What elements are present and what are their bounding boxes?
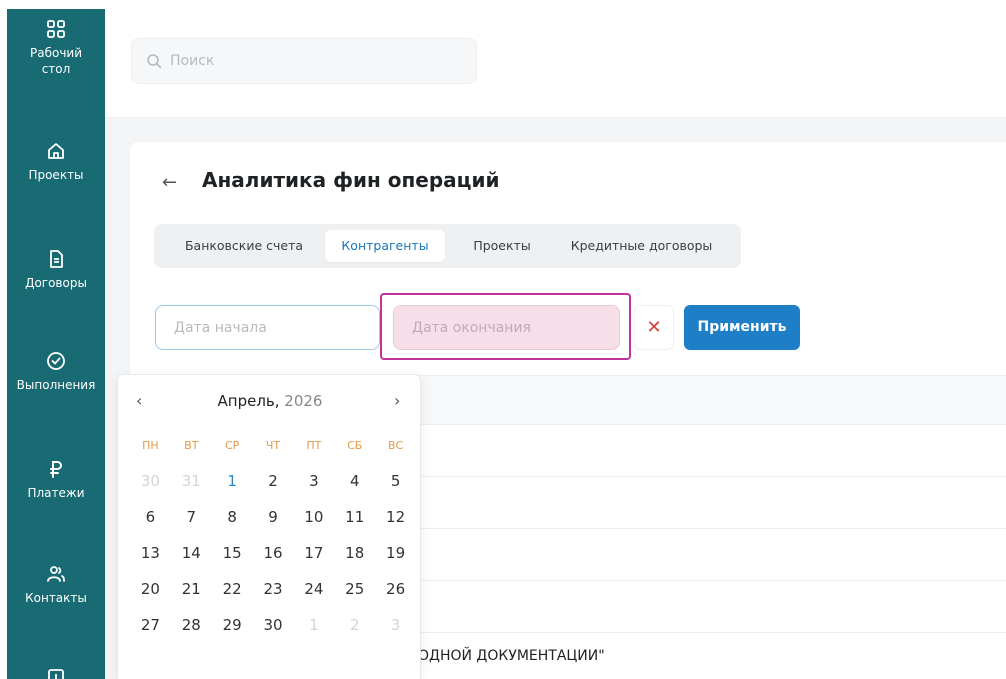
calendar-month-year[interactable]: Апрель, 2026 [118, 392, 422, 410]
home-icon [48, 143, 64, 159]
page-title: Аналитика фин операций [202, 168, 500, 192]
tab-credit-agreements[interactable]: Кредитные договоры [554, 230, 729, 262]
chevron-right-icon[interactable]: › [394, 391, 400, 410]
document-icon [50, 250, 63, 268]
calendar-day[interactable]: 26 [375, 571, 416, 607]
calendar-day[interactable]: 3 [375, 607, 416, 643]
calendar-day[interactable]: 27 [130, 607, 171, 643]
header [105, 0, 1006, 118]
calendar-day[interactable]: 25 [334, 571, 375, 607]
calendar-day[interactable]: 29 [212, 607, 253, 643]
calendar-day[interactable]: 22 [212, 571, 253, 607]
calendar-day[interactable]: 6 [130, 499, 171, 535]
calendar-day[interactable]: 15 [212, 535, 253, 571]
calendar-day[interactable]: 18 [334, 535, 375, 571]
calendar-week: 6 7 8 9 10 11 12 [130, 499, 416, 535]
calendar-day[interactable]: 2 [334, 607, 375, 643]
date-end-input[interactable] [393, 305, 620, 350]
weekday-label: СБ [347, 439, 363, 452]
calendar-day[interactable]: 30 [130, 463, 171, 499]
calendar-month: Апрель, [217, 392, 280, 410]
calendar-day[interactable]: 13 [130, 535, 171, 571]
weekday-label: ВТ [184, 439, 199, 452]
weekday-label: ВС [387, 439, 404, 452]
calendar-day[interactable]: 31 [171, 463, 212, 499]
sidebar-item-label: Платежи [27, 486, 85, 500]
calendar-day[interactable]: 17 [293, 535, 334, 571]
weekday-row: ПН ВТ СР ЧТ ПТ СБ ВС [130, 439, 416, 463]
back-arrow-icon[interactable]: ← [162, 172, 177, 193]
sidebar-item-contacts[interactable]: Контакты [7, 564, 105, 606]
calendar-day[interactable]: 10 [293, 499, 334, 535]
sidebar-item-label: Рабочий стол [29, 46, 83, 76]
calendar-day[interactable]: 23 [253, 571, 294, 607]
calendar-day[interactable]: 7 [171, 499, 212, 535]
sidebar-item-label: Проекты [28, 168, 84, 182]
sidebar-item-projects[interactable]: Проекты [7, 141, 105, 183]
calendar-week: 13 14 15 16 17 18 19 [130, 535, 416, 571]
calendar-day[interactable]: 2 [253, 463, 294, 499]
tab-projects[interactable]: Проекты [454, 230, 550, 262]
calendar-day[interactable]: 14 [171, 535, 212, 571]
date-start-input[interactable] [155, 305, 380, 350]
tab-bank-accounts[interactable]: Банковские счета [164, 230, 324, 262]
users-icon [47, 566, 65, 582]
ruble-icon [50, 461, 62, 478]
tab-bar: Банковские счета Контрагенты Проекты Кре… [154, 224, 741, 268]
weekday-label: ПН [142, 439, 159, 452]
sidebar-item-contracts[interactable]: Договоры [7, 249, 105, 291]
tab-counterparties[interactable]: Контрагенты [325, 230, 445, 262]
weekday-label: ПТ [306, 439, 322, 452]
calendar-grid: ПН ВТ СР ЧТ ПТ СБ ВС 30 31 1 2 3 4 5 6 7… [130, 439, 416, 643]
clear-dates-button[interactable]: ✕ [634, 305, 674, 350]
grid-icon [47, 20, 65, 38]
calendar-day[interactable]: 24 [293, 571, 334, 607]
sidebar-item-label: Договоры [25, 276, 87, 290]
search-box[interactable] [131, 38, 477, 84]
table-cell-text: ОДНОЙ ДОКУМЕНТАЦИИ" [418, 648, 605, 664]
calendar-day[interactable]: 30 [253, 607, 294, 643]
weekday-label: СР [224, 439, 240, 452]
calendar-day[interactable]: 5 [375, 463, 416, 499]
sidebar-item-executions[interactable]: Выполнения [7, 351, 105, 393]
sidebar-item-label: Выполнения [16, 378, 96, 392]
calendar-day[interactable]: 11 [334, 499, 375, 535]
calendar-day[interactable]: 16 [253, 535, 294, 571]
sidebar: Рабочий стол Проекты Договоры Выполнения… [7, 9, 105, 679]
calendar-week: 20 21 22 23 24 25 26 [130, 571, 416, 607]
calendar-week: 27 28 29 30 1 2 3 [130, 607, 416, 643]
date-picker: ‹ Апрель, 2026 › ПН ВТ СР ЧТ ПТ СБ ВС 30… [117, 374, 421, 679]
sidebar-item-more[interactable] [7, 667, 105, 679]
calendar-day[interactable]: 9 [253, 499, 294, 535]
calendar-year: 2026 [284, 392, 323, 410]
calendar-day[interactable]: 20 [130, 571, 171, 607]
sidebar-item-desktop[interactable]: Рабочий стол [7, 19, 105, 77]
weekday-label: ЧТ [265, 439, 281, 452]
calendar-day[interactable]: 12 [375, 499, 416, 535]
sidebar-item-label: Контакты [25, 591, 87, 605]
calendar-day[interactable]: 3 [293, 463, 334, 499]
calendar-week: 30 31 1 2 3 4 5 [130, 463, 416, 499]
check-circle-icon [47, 352, 65, 370]
calendar-day[interactable]: 19 [375, 535, 416, 571]
search-input[interactable] [170, 53, 470, 69]
calendar-day[interactable]: 8 [212, 499, 253, 535]
calendar-day[interactable]: 21 [171, 571, 212, 607]
calendar-day[interactable]: 1 [293, 607, 334, 643]
box-icon [48, 669, 64, 679]
calendar-day-today[interactable]: 1 [212, 463, 253, 499]
search-icon [147, 54, 162, 69]
calendar-day[interactable]: 28 [171, 607, 212, 643]
sidebar-item-payments[interactable]: Платежи [7, 459, 105, 501]
apply-button[interactable]: Применить [684, 305, 800, 350]
calendar-day[interactable]: 4 [334, 463, 375, 499]
